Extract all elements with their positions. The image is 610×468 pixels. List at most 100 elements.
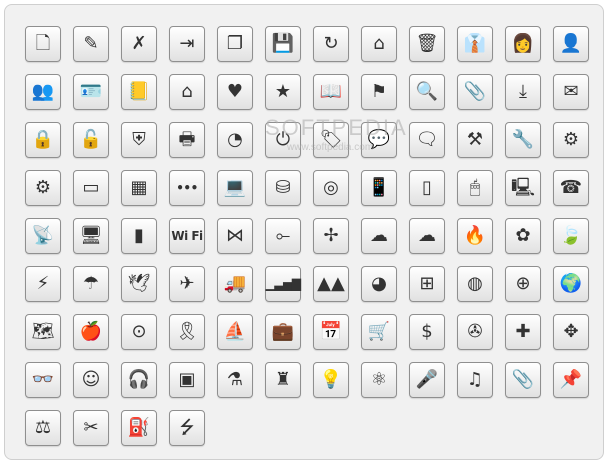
icon-tile[interactable]: 💼 (265, 314, 301, 350)
icon-tile[interactable]: 📎 (505, 362, 541, 398)
icon-tile[interactable]: Wi Fi (169, 218, 205, 254)
icon-tile[interactable]: 🗋 (25, 26, 61, 62)
icon-tile[interactable]: ✚ (505, 314, 541, 350)
icon-tile[interactable]: 📎 (457, 74, 493, 110)
icon-tile[interactable]: ▣ (169, 362, 205, 398)
icon-tile[interactable]: ✎ (73, 26, 109, 62)
icon-tile[interactable]: 🔒 (25, 122, 61, 158)
icon-tile[interactable]: ☎ (553, 170, 589, 206)
icon-tile[interactable]: ✿ (505, 218, 541, 254)
icon-tile[interactable]: 🔥 (457, 218, 493, 254)
icon-tile[interactable]: ⚙ (25, 170, 61, 206)
icon-tile[interactable]: ⭍ (169, 410, 205, 446)
icon-tile[interactable]: 🖶 (169, 122, 205, 158)
icon-tile[interactable]: 🎤 (409, 362, 445, 398)
icon-tile[interactable]: 🎧 (121, 362, 157, 398)
icon-tile[interactable]: 👓 (25, 362, 61, 398)
icon-tile[interactable]: ✈ (169, 266, 205, 302)
icon-tile[interactable]: 💻 (217, 170, 253, 206)
icon-tile[interactable]: ◎ (313, 170, 349, 206)
icon-tile[interactable]: ⚗ (217, 362, 253, 398)
icon-tile[interactable]: ⚙ (553, 122, 589, 158)
icon-tile[interactable]: ♥ (217, 74, 253, 110)
icon-tile[interactable]: 🛒 (361, 314, 397, 350)
icon-tile[interactable]: ▯ (409, 170, 445, 206)
icon-tile[interactable]: ❐ (217, 26, 253, 62)
icon-tile[interactable]: ⚑ (361, 74, 397, 110)
icon-tile[interactable]: ✇ (457, 314, 493, 350)
icon-tile[interactable]: ⊞ (409, 266, 445, 302)
icon-tile[interactable]: 📖 (313, 74, 349, 110)
icon-tile[interactable]: ⛵ (217, 314, 253, 350)
icon-tile[interactable]: ⏻ (265, 122, 301, 158)
icon-tile[interactable]: 🗨 (409, 122, 445, 158)
icon-tile[interactable]: ✥ (553, 314, 589, 350)
icon-tile[interactable]: 🏷 (313, 122, 349, 158)
icon-tile[interactable]: 🌍 (553, 266, 589, 302)
icon-tile[interactable]: 👥 (25, 74, 61, 110)
icon-tile[interactable]: ◔ (217, 122, 253, 158)
icon-tile[interactable]: ▲▲ (313, 266, 349, 302)
icon-tile[interactable]: ◍ (457, 266, 493, 302)
icon-tile[interactable]: ⊙ (121, 314, 157, 350)
icon-tile[interactable]: 🕊 (121, 266, 157, 302)
icon-tile[interactable]: ⚒ (457, 122, 493, 158)
icon-tile[interactable]: ⌂ (361, 26, 397, 62)
icon-tile[interactable]: 🍃 (553, 218, 589, 254)
icon-tile[interactable]: ✢ (313, 218, 349, 254)
icon-tile[interactable]: ⟜ (265, 218, 301, 254)
icon-tile[interactable]: 🗺 (25, 314, 61, 350)
icon-tile[interactable]: ◕ (361, 266, 397, 302)
icon-tile[interactable]: ⇥ (169, 26, 205, 62)
icon-tile[interactable]: 🎗 (169, 314, 205, 350)
icon-tile[interactable]: ⛽ (121, 410, 157, 446)
icon-tile[interactable]: ⌂ (169, 74, 205, 110)
icon-tile[interactable]: 🖳 (505, 170, 541, 206)
icon-tile[interactable]: 👔 (457, 26, 493, 62)
icon-tile[interactable]: 📌 (553, 362, 589, 398)
icon-tile[interactable]: ✗ (121, 26, 157, 62)
icon-tile[interactable]: ▭ (73, 170, 109, 206)
icon-tile[interactable]: ⋈ (217, 218, 253, 254)
icon-tile[interactable]: ✉ (553, 74, 589, 110)
icon-tile[interactable]: ↻ (313, 26, 349, 62)
icon-tile[interactable]: 🔍 (409, 74, 445, 110)
icon-tile[interactable]: 📡 (25, 218, 61, 254)
icon-tile[interactable]: ⤓ (505, 74, 541, 110)
icon-tile[interactable]: ♫ (457, 362, 493, 398)
icon-tile[interactable]: ☺ (73, 362, 109, 398)
icon-tile[interactable]: 📱 (361, 170, 397, 206)
icon-tile[interactable]: 👤 (553, 26, 589, 62)
icon-tile[interactable]: 🗑 (409, 26, 445, 62)
icon-tile[interactable]: 📅 (313, 314, 349, 350)
icon-tile[interactable]: ☂ (73, 266, 109, 302)
icon-tile[interactable]: 🍎 (73, 314, 109, 350)
icon-tile[interactable]: ⚖ (25, 410, 61, 446)
icon-tile[interactable]: 🖥 (73, 218, 109, 254)
icon-tile[interactable]: 🖱 (457, 170, 493, 206)
icon-tile[interactable]: ♜ (265, 362, 301, 398)
icon-tile[interactable]: 💾 (265, 26, 301, 62)
icon-tile[interactable]: 👩 (505, 26, 541, 62)
icon-tile[interactable]: ☁ (409, 218, 445, 254)
icon-tile[interactable]: ⚛ (361, 362, 397, 398)
icon-tile[interactable]: ✂ (73, 410, 109, 446)
icon-tile[interactable]: 🔓 (73, 122, 109, 158)
icon-tile[interactable]: 🚚 (217, 266, 253, 302)
icon-tile[interactable]: 🪪 (73, 74, 109, 110)
icon-tile[interactable]: 💡 (313, 362, 349, 398)
icon-tile[interactable]: ⛁ (265, 170, 301, 206)
icon-tile[interactable]: ⚡ (25, 266, 61, 302)
icon-tile[interactable]: 💬 (361, 122, 397, 158)
icon-tile[interactable]: ▁▃▅▇ (265, 266, 301, 302)
icon-tile[interactable]: ⊕ (505, 266, 541, 302)
icon-tile[interactable]: ••• (169, 170, 205, 206)
icon-tile[interactable]: $ (409, 314, 445, 350)
icon-tile[interactable]: ★ (265, 74, 301, 110)
icon-tile[interactable]: 🔧 (505, 122, 541, 158)
icon-tile[interactable]: ⛨ (121, 122, 157, 158)
icon-tile[interactable]: ☁ (361, 218, 397, 254)
icon-tile[interactable]: 📒 (121, 74, 157, 110)
icon-tile[interactable]: ▮ (121, 218, 157, 254)
icon-tile[interactable]: ▦ (121, 170, 157, 206)
